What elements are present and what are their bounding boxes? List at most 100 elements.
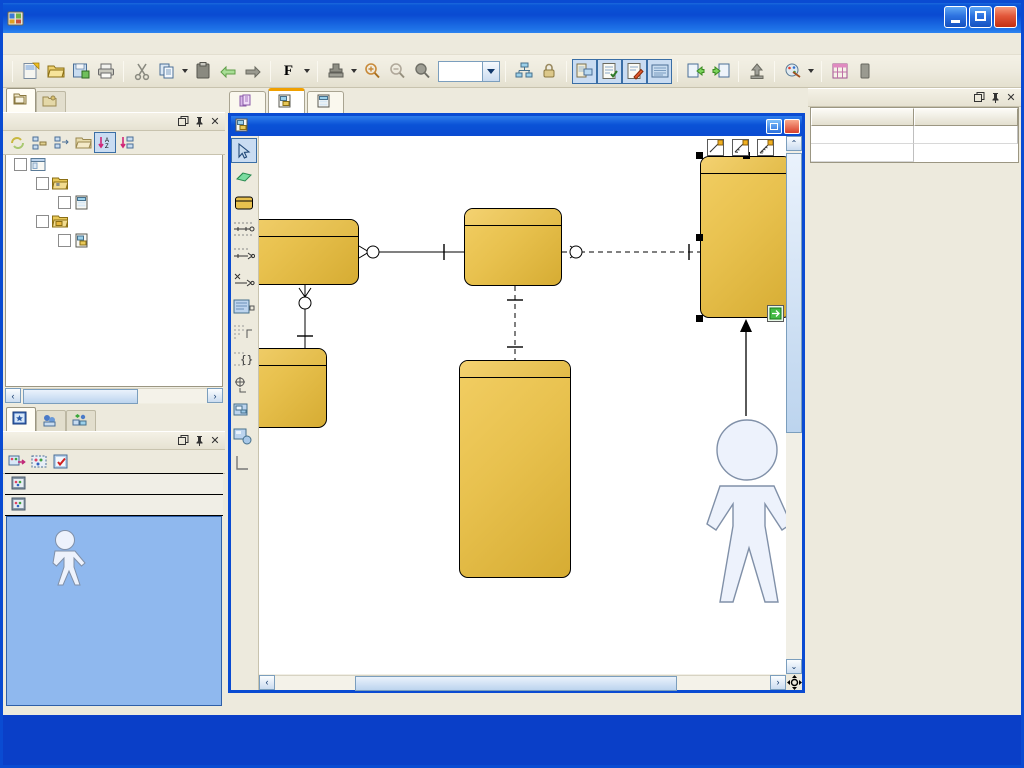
grid-icon[interactable] [827,59,852,84]
documentation-icon[interactable] [647,58,672,84]
tab-stencil[interactable] [6,407,36,431]
entity-purchaseorder[interactable] [464,208,562,286]
float-icon[interactable] [175,114,191,129]
expander-icon[interactable] [36,215,49,228]
export-icon[interactable] [744,59,769,84]
select-stencil-icon[interactable] [28,451,50,472]
theme-icon[interactable] [780,59,805,84]
canvas-horizontal-scrollbar[interactable]: ‹ › [259,674,786,691]
pin-icon[interactable] [191,433,207,448]
container-tool[interactable] [231,450,257,475]
expander-icon[interactable] [14,158,27,171]
menu-option[interactable] [75,42,91,46]
scrollbar-thumb[interactable] [786,153,802,433]
menu-file[interactable] [11,42,27,46]
collapse-tree-icon[interactable] [50,132,72,153]
close-icon[interactable]: ✕ [1003,90,1019,105]
float-icon[interactable] [175,433,191,448]
note-tool[interactable] [231,398,257,423]
selection-handle[interactable] [696,234,703,241]
scroll-right-arrow-icon[interactable]: › [207,388,223,403]
generalization-tool[interactable] [231,320,257,345]
procedure-tool[interactable]: {} [231,346,257,371]
generate-code-icon[interactable] [683,59,708,84]
scroll-up-arrow-icon[interactable]: ⌃ [786,136,802,151]
close-icon[interactable]: ✕ [207,114,223,129]
scroll-down-arrow-icon[interactable]: ⌄ [786,659,802,674]
expand-tree-icon[interactable] [28,132,50,153]
close-button[interactable] [994,6,1017,28]
diagram-navigator-icon[interactable] [572,58,597,84]
diagram-canvas[interactable] [259,136,786,674]
undo-icon[interactable] [215,59,240,84]
model-explorer-icon[interactable] [597,58,622,84]
scrollbar-track[interactable] [21,388,207,404]
one-to-many-relationship-tool[interactable] [231,242,257,267]
anchor-tool[interactable] [231,424,257,449]
tree-node-erd-folder[interactable] [6,212,222,231]
many-to-many-relationship-tool[interactable] [231,268,257,293]
entity-purchaseorder-product[interactable] [259,219,359,285]
format-font-caret-icon[interactable] [301,59,312,84]
format-font-icon[interactable]: F [276,59,301,84]
property-table[interactable] [810,107,1019,163]
menu-tools[interactable] [91,42,107,46]
stencil-group-drawing1[interactable] [5,494,223,516]
connector-tool[interactable] [231,372,257,397]
pin-icon[interactable] [987,90,1003,105]
tab-class-repository[interactable] [36,410,66,431]
property-row-fill[interactable] [811,144,1018,162]
scrollbar-thumb[interactable] [23,389,139,404]
create-one-to-one-resource-icon[interactable] [707,139,724,156]
scrollbar-thumb[interactable] [355,675,677,691]
zoom-in-icon[interactable] [359,59,384,84]
tab-start-page[interactable] [229,91,266,113]
property-row-name[interactable] [811,126,1018,144]
zoom-out-icon[interactable] [384,59,409,84]
stamp-caret-icon[interactable] [348,59,359,84]
print-icon[interactable] [93,59,118,84]
tree-horizontal-scrollbar[interactable]: ‹ › [5,387,223,404]
diagram-tree[interactable]: ≡ [5,155,223,387]
pin-icon[interactable] [191,114,207,129]
expander-icon[interactable] [58,234,71,247]
create-one-to-many-resource-icon[interactable] [732,139,749,156]
open-folder-icon[interactable] [72,132,94,153]
redo-icon[interactable] [240,59,265,84]
save-project-icon[interactable] [68,59,93,84]
copy-dropdown-caret-icon[interactable] [179,59,190,84]
stencil-shape-canvas[interactable] [6,516,222,706]
tab-diagram-tree[interactable] [6,88,36,112]
maximize-button[interactable] [969,6,992,28]
scroll-left-arrow-icon[interactable]: ‹ [259,674,275,690]
tab-class-diagram1[interactable] [307,91,344,113]
menu-edit[interactable] [27,42,43,46]
column-icon[interactable] [852,59,877,84]
stencil-shape-person1[interactable] [37,529,93,591]
selection-handle[interactable] [696,315,703,322]
menu-view[interactable] [43,42,59,46]
reverse-code-icon[interactable] [708,59,733,84]
transit-resource-icon[interactable] [767,305,784,322]
diagram-actor-shape[interactable] [702,418,786,633]
chevron-down-icon[interactable] [482,61,499,81]
new-project-icon[interactable] [18,59,43,84]
zoom-reset-icon[interactable] [409,59,434,84]
zoom-level-combobox[interactable] [438,60,500,82]
edit-stencil-icon[interactable] [50,451,72,472]
close-icon[interactable]: ✕ [207,433,223,448]
entity-customer[interactable] [700,156,786,318]
tree-node-class-diagram1[interactable] [6,193,222,212]
cut-icon[interactable] [129,59,154,84]
paste-icon[interactable] [190,59,215,84]
view-tool[interactable] [231,294,257,319]
scrollbar-track[interactable] [275,674,770,691]
theme-caret-icon[interactable] [805,59,816,84]
entity-product[interactable] [259,348,327,428]
entity-payment[interactable] [459,360,571,578]
expander-icon[interactable] [58,196,71,209]
stamp-icon[interactable] [323,59,348,84]
tree-node-class-diagram-folder[interactable]: ≡ [6,174,222,193]
tab-logical-view[interactable] [36,91,66,112]
new-stencil-icon[interactable] [6,451,28,472]
